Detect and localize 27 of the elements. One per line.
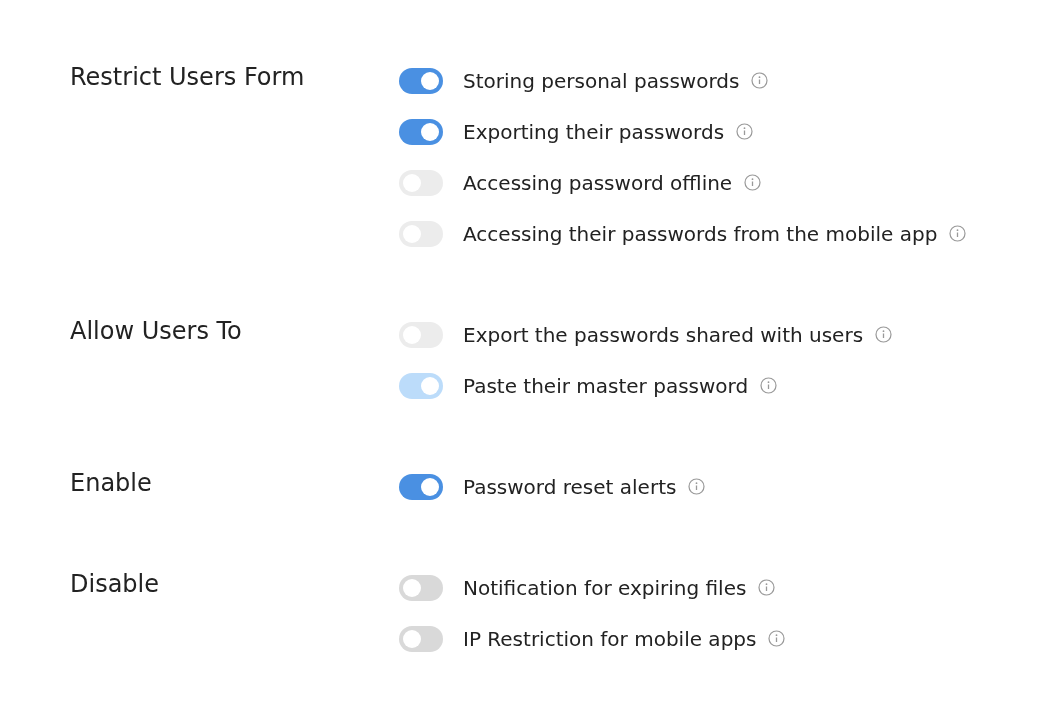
option-label: Exporting their passwords bbox=[463, 119, 725, 144]
option-label: Accessing their passwords from the mobile app bbox=[463, 221, 938, 246]
option-label: Storing personal passwords bbox=[463, 68, 740, 93]
info-icon[interactable] bbox=[949, 225, 967, 242]
section-title: Restrict Users Form bbox=[70, 62, 306, 93]
section-title: Enable bbox=[70, 468, 153, 499]
info-icon[interactable] bbox=[760, 377, 778, 394]
option-label: Password reset alerts bbox=[463, 474, 677, 499]
toggle-switch[interactable] bbox=[399, 625, 443, 652]
info-icon[interactable] bbox=[758, 579, 776, 596]
info-icon[interactable] bbox=[768, 630, 786, 647]
info-icon[interactable] bbox=[875, 326, 893, 343]
option-label: Export the passwords shared with users bbox=[463, 322, 864, 347]
option-label: IP Restriction for mobile apps bbox=[463, 626, 757, 651]
toggle-switch[interactable] bbox=[399, 118, 443, 145]
info-icon[interactable] bbox=[751, 72, 769, 89]
info-icon[interactable] bbox=[736, 123, 754, 140]
option-label: Paste their master password bbox=[463, 373, 749, 398]
option-label: Notification for expiring files bbox=[463, 575, 747, 600]
section-title: Disable bbox=[70, 569, 161, 600]
info-icon[interactable] bbox=[744, 174, 762, 191]
info-icon[interactable] bbox=[688, 478, 706, 495]
toggle-switch[interactable] bbox=[399, 473, 443, 500]
toggle-switch[interactable] bbox=[399, 574, 443, 601]
section-title: Allow Users To bbox=[70, 316, 243, 347]
toggle-switch[interactable] bbox=[399, 67, 443, 94]
option-label: Accessing password offline bbox=[463, 170, 733, 195]
